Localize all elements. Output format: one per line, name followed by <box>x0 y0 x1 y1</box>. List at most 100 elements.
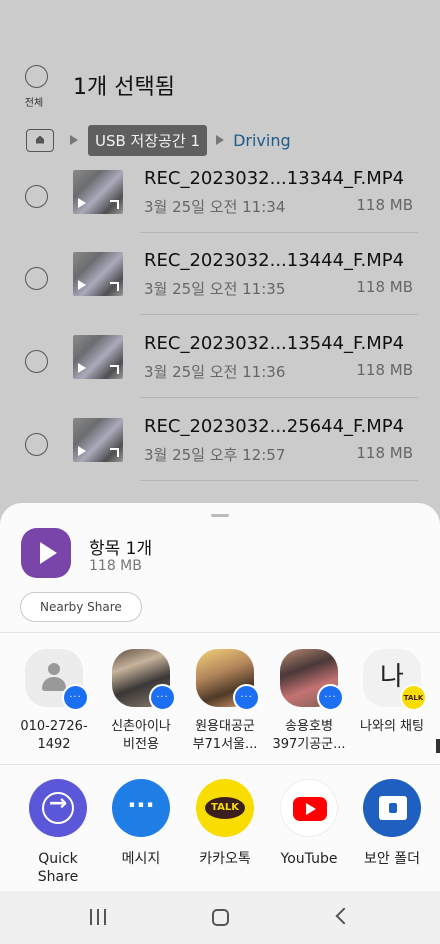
back-icon[interactable] <box>335 907 353 925</box>
messages-badge-icon: ··· <box>233 684 260 711</box>
expand-icon <box>110 282 119 291</box>
file-checkbox[interactable] <box>25 433 48 456</box>
divider <box>140 397 418 398</box>
contact-name: 010-2726- 1492 <box>20 719 88 752</box>
file-row[interactable]: REC_2023032...13344_F.MP4 3월 25일 오전 11:3… <box>0 168 440 250</box>
divider <box>140 314 418 315</box>
divider <box>140 480 418 481</box>
breadcrumb-arrow-icon <box>70 135 78 145</box>
contact-name: 신촌아이나 비전용 <box>111 719 171 752</box>
video-file-icon <box>21 528 71 578</box>
contact-010-2726-1492[interactable]: ··· 010-2726- 1492 <box>10 649 98 754</box>
contact-songyongho[interactable]: ··· 송용호병 397기공군... <box>265 649 353 754</box>
file-name: REC_2023032...13444_F.MP4 <box>144 250 405 271</box>
avatar: ··· <box>112 649 176 711</box>
app-quick-share[interactable]: Quick Share <box>14 779 102 886</box>
file-row[interactable]: REC_2023032...25644_F.MP4 3월 25일 오후 12:5… <box>0 416 440 498</box>
messages-icon <box>112 779 170 837</box>
file-name: REC_2023032...13344_F.MP4 <box>144 168 405 189</box>
contact-name: 송용호병 397기공군... <box>272 719 346 752</box>
app-youtube[interactable]: YouTube <box>265 779 353 868</box>
app-messages[interactable]: 메시지 <box>97 779 185 868</box>
app-name: YouTube <box>280 851 338 867</box>
messages-badge-icon: ··· <box>62 684 89 711</box>
file-name: REC_2023032...13544_F.MP4 <box>144 333 405 354</box>
file-size: 118 MB <box>356 196 413 214</box>
breadcrumb: USB 저장공간 1 Driving <box>26 124 291 156</box>
share-item-title: 항목 1개 <box>89 539 153 559</box>
messages-badge-icon: ··· <box>317 684 344 711</box>
file-size: 118 MB <box>356 278 413 296</box>
file-size: 118 MB <box>356 361 413 379</box>
selection-title: 1개 선택됨 <box>73 75 175 100</box>
share-apps: Quick Share 메시지 TALK 카카오톡 YouTube 보안 폴더 <box>0 779 440 889</box>
play-icon <box>78 363 86 373</box>
divider <box>0 632 440 633</box>
app-kakaotalk[interactable]: TALK 카카오톡 <box>181 779 269 868</box>
direct-share-contacts: ··· 010-2726- 1492 ··· 신촌아이나 비전용 ··· 원용대… <box>0 649 440 759</box>
app-name: 메시지 <box>121 851 161 867</box>
home-icon[interactable] <box>26 128 54 152</box>
expand-icon <box>110 365 119 374</box>
avatar: 나 TALK <box>363 649 427 711</box>
breadcrumb-arrow-icon <box>216 135 225 145</box>
youtube-icon <box>280 779 338 837</box>
file-name: REC_2023032...25644_F.MP4 <box>144 416 405 437</box>
recent-apps-icon[interactable] <box>90 909 106 925</box>
video-thumbnail <box>73 252 123 296</box>
file-date: 3월 25일 오전 11:34 <box>144 198 286 216</box>
file-date: 3월 25일 오전 11:36 <box>144 363 286 381</box>
breadcrumb-usb-storage[interactable]: USB 저장공간 1 <box>88 124 208 156</box>
share-item-size: 118 MB <box>89 558 142 574</box>
file-row[interactable]: REC_2023032...13544_F.MP4 3월 25일 오전 11:3… <box>0 333 440 415</box>
file-size: 118 MB <box>356 444 413 462</box>
file-date: 3월 25일 오후 12:57 <box>144 446 286 464</box>
person-icon-body <box>42 677 66 691</box>
video-thumbnail <box>73 418 123 462</box>
file-row[interactable]: REC_2023032...13444_F.MP4 3월 25일 오전 11:3… <box>0 250 440 332</box>
play-icon <box>78 198 86 208</box>
avatar-text: 나 <box>380 662 404 692</box>
navigation-bar <box>0 891 440 944</box>
messages-badge-icon: ··· <box>149 684 176 711</box>
play-icon <box>78 280 86 290</box>
file-checkbox[interactable] <box>25 350 48 373</box>
expand-icon <box>110 200 119 209</box>
app-name: Quick Share <box>37 851 79 885</box>
app-secure-folder[interactable]: 보안 폴더 <box>348 779 436 868</box>
nearby-share-button[interactable]: Nearby Share <box>20 592 142 622</box>
person-icon <box>48 663 60 675</box>
select-all-checkbox[interactable] <box>24 65 48 88</box>
select-all-label: 전체 <box>24 98 44 109</box>
play-icon <box>78 446 86 456</box>
video-thumbnail <box>73 335 123 379</box>
kakaotalk-badge-icon: TALK <box>400 684 427 711</box>
breadcrumb-folder-driving[interactable]: Driving <box>233 131 291 150</box>
kakaotalk-badge-text: TALK <box>403 693 424 702</box>
scroll-indicator <box>436 739 440 753</box>
sheet-drag-handle[interactable] <box>211 514 229 517</box>
divider <box>0 764 440 765</box>
file-checkbox[interactable] <box>25 185 48 208</box>
divider <box>140 232 418 233</box>
contact-wonyongdae[interactable]: ··· 원용대공군 부71서울... <box>181 649 269 754</box>
contact-sinchon[interactable]: ··· 신촌아이나 비전용 <box>97 649 185 754</box>
file-date: 3월 25일 오전 11:35 <box>144 280 286 298</box>
kakaotalk-icon: TALK <box>196 779 254 837</box>
quick-share-icon <box>29 779 87 837</box>
file-checkbox[interactable] <box>25 267 48 290</box>
avatar: ··· <box>280 649 344 711</box>
secure-folder-icon <box>363 779 421 837</box>
kakaotalk-icon-text: TALK <box>205 797 245 819</box>
home-button-icon[interactable] <box>212 909 229 926</box>
avatar: ··· <box>25 649 89 711</box>
contact-name: 원용대공군 부71서울... <box>192 719 258 752</box>
contact-my-chat[interactable]: 나 TALK 나와의 채팅 <box>348 649 436 736</box>
expand-icon <box>110 448 119 457</box>
video-thumbnail <box>73 170 123 214</box>
app-name: 카카오톡 <box>199 851 251 867</box>
share-sheet: 항목 1개 118 MB Nearby Share ··· 010-2726- … <box>0 503 440 891</box>
avatar: ··· <box>196 649 260 711</box>
app-name: 보안 폴더 <box>364 851 420 867</box>
select-all-toggle[interactable]: 전체 <box>24 65 48 109</box>
